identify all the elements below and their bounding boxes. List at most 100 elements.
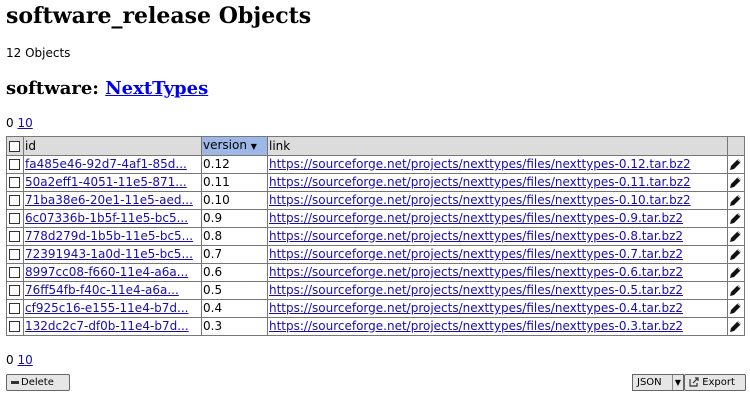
id-cell: 71ba38e6-20e1-11e5-aed... — [23, 191, 202, 210]
subtitle: software: NextTypes — [6, 77, 208, 101]
id-link[interactable]: 71ba38e6-20e1-11e5-aed... — [25, 193, 193, 207]
row-select-cell — [6, 263, 24, 282]
pager-first: 0 — [6, 353, 14, 367]
pencil-icon[interactable] — [729, 320, 742, 333]
format-select[interactable]: JSON ▼ — [632, 374, 684, 391]
select-all-cell — [6, 136, 24, 156]
download-link[interactable]: https://sourceforge.net/projects/nexttyp… — [269, 283, 683, 297]
pager-top: 0 10 — [6, 116, 33, 130]
type-link[interactable]: NextTypes — [105, 78, 208, 99]
pencil-icon[interactable] — [729, 212, 742, 225]
row-checkbox[interactable] — [9, 159, 20, 170]
pencil-icon[interactable] — [729, 194, 742, 207]
pager-first: 0 — [6, 116, 14, 130]
export-button-label: Export — [702, 377, 735, 388]
page-title: software_release Objects — [6, 3, 312, 29]
row-select-cell — [6, 209, 24, 228]
edit-cell — [727, 299, 745, 318]
download-link[interactable]: https://sourceforge.net/projects/nexttyp… — [269, 229, 683, 243]
id-link[interactable]: cf925c16-e155-11e4-b7d... — [25, 301, 188, 315]
row-checkbox[interactable] — [9, 267, 20, 278]
download-link[interactable]: https://sourceforge.net/projects/nexttyp… — [269, 319, 683, 333]
link-cell: https://sourceforge.net/projects/nexttyp… — [267, 281, 728, 300]
column-header-version[interactable]: version ▼ — [201, 136, 268, 156]
id-link[interactable]: 50a2eff1-4051-11e5-871... — [25, 175, 187, 189]
table-row: 50a2eff1-4051-11e5-871... 0.11 https://sou… — [6, 173, 745, 192]
link-cell: https://sourceforge.net/projects/nexttyp… — [267, 245, 728, 264]
row-select-cell — [6, 173, 24, 192]
row-checkbox[interactable] — [9, 303, 20, 314]
row-checkbox[interactable] — [9, 249, 20, 260]
table-row: 71ba38e6-20e1-11e5-aed... 0.10 https://sou… — [6, 191, 745, 210]
table-row: 76ff54fb-f40c-11e4-a6a... 0.5 https://sour… — [6, 281, 745, 300]
download-link[interactable]: https://sourceforge.net/projects/nexttyp… — [269, 211, 683, 225]
download-link[interactable]: https://sourceforge.net/projects/nexttyp… — [269, 247, 683, 261]
pager-link-last[interactable]: 10 — [17, 116, 32, 130]
export-icon — [689, 377, 699, 387]
id-cell: 6c07336b-1b5f-11e5-bc5... — [23, 209, 202, 228]
delete-button[interactable]: Delete — [6, 374, 70, 391]
edit-cell — [727, 191, 745, 210]
pencil-icon[interactable] — [729, 176, 742, 189]
download-link[interactable]: https://sourceforge.net/projects/nexttyp… — [269, 175, 691, 189]
table-row: 132dc2c7-df0b-11e4-b7d... 0.3 https://sour… — [6, 317, 745, 336]
row-checkbox[interactable] — [9, 321, 20, 332]
object-count: 12 Objects — [6, 46, 71, 60]
download-link[interactable]: https://sourceforge.net/projects/nexttyp… — [269, 193, 691, 207]
column-header-link[interactable]: link — [267, 136, 728, 156]
link-cell: https://sourceforge.net/projects/nexttyp… — [267, 209, 728, 228]
edit-cell — [727, 263, 745, 282]
edit-cell — [727, 281, 745, 300]
pencil-icon[interactable] — [729, 230, 742, 243]
pencil-icon[interactable] — [729, 302, 742, 315]
edit-cell — [727, 173, 745, 192]
row-checkbox[interactable] — [9, 285, 20, 296]
export-button[interactable]: Export — [684, 374, 746, 391]
row-select-cell — [6, 191, 24, 210]
version-cell: 0.3 — [201, 317, 268, 336]
version-cell: 0.11 — [201, 173, 268, 192]
id-link[interactable]: 6c07336b-1b5f-11e5-bc5... — [25, 211, 188, 225]
row-select-cell — [6, 299, 24, 318]
pencil-icon[interactable] — [729, 248, 742, 261]
download-link[interactable]: https://sourceforge.net/projects/nexttyp… — [269, 157, 691, 171]
id-cell: 778d279d-1b5b-11e5-bc5... — [23, 227, 202, 246]
edit-cell — [727, 227, 745, 246]
table-header: id version ▼ link — [6, 136, 745, 156]
id-link[interactable]: 72391943-1a0d-11e5-bc5... — [25, 247, 193, 261]
row-checkbox[interactable] — [9, 213, 20, 224]
row-checkbox[interactable] — [9, 231, 20, 242]
version-header-label: version — [203, 138, 247, 152]
id-cell: 50a2eff1-4051-11e5-871... — [23, 173, 202, 192]
download-link[interactable]: https://sourceforge.net/projects/nexttyp… — [269, 301, 683, 315]
id-cell: 132dc2c7-df0b-11e4-b7d... — [23, 317, 202, 336]
minus-icon — [11, 380, 19, 384]
pager-bottom: 0 10 — [6, 353, 33, 367]
version-cell: 0.8 — [201, 227, 268, 246]
row-select-cell — [6, 317, 24, 336]
pencil-icon[interactable] — [729, 266, 742, 279]
id-link[interactable]: 8997cc08-f660-11e4-a6a... — [25, 265, 188, 279]
column-header-actions — [727, 136, 745, 156]
version-cell: 0.7 — [201, 245, 268, 264]
version-cell: 0.9 — [201, 209, 268, 228]
pager-link-last[interactable]: 10 — [17, 353, 32, 367]
table-row: 6c07336b-1b5f-11e5-bc5... 0.9 https://sour… — [6, 209, 745, 228]
id-cell: 76ff54fb-f40c-11e4-a6a... — [23, 281, 202, 300]
row-select-cell — [6, 227, 24, 246]
row-checkbox[interactable] — [9, 195, 20, 206]
link-cell: https://sourceforge.net/projects/nexttyp… — [267, 227, 728, 246]
version-cell: 0.12 — [201, 155, 268, 174]
pencil-icon[interactable] — [729, 284, 742, 297]
id-link[interactable]: 132dc2c7-df0b-11e4-b7d... — [25, 319, 189, 333]
row-checkbox[interactable] — [9, 177, 20, 188]
download-link[interactable]: https://sourceforge.net/projects/nexttyp… — [269, 265, 683, 279]
id-link[interactable]: 76ff54fb-f40c-11e4-a6a... — [25, 283, 179, 297]
id-link[interactable]: 778d279d-1b5b-11e5-bc5... — [25, 229, 193, 243]
select-all-checkbox[interactable] — [9, 140, 20, 152]
pencil-icon[interactable] — [729, 158, 742, 171]
id-link[interactable]: fa485e46-92d7-4af1-85d... — [25, 157, 187, 171]
row-select-cell — [6, 281, 24, 300]
sort-desc-icon: ▼ — [250, 142, 257, 151]
column-header-id[interactable]: id — [23, 136, 202, 156]
